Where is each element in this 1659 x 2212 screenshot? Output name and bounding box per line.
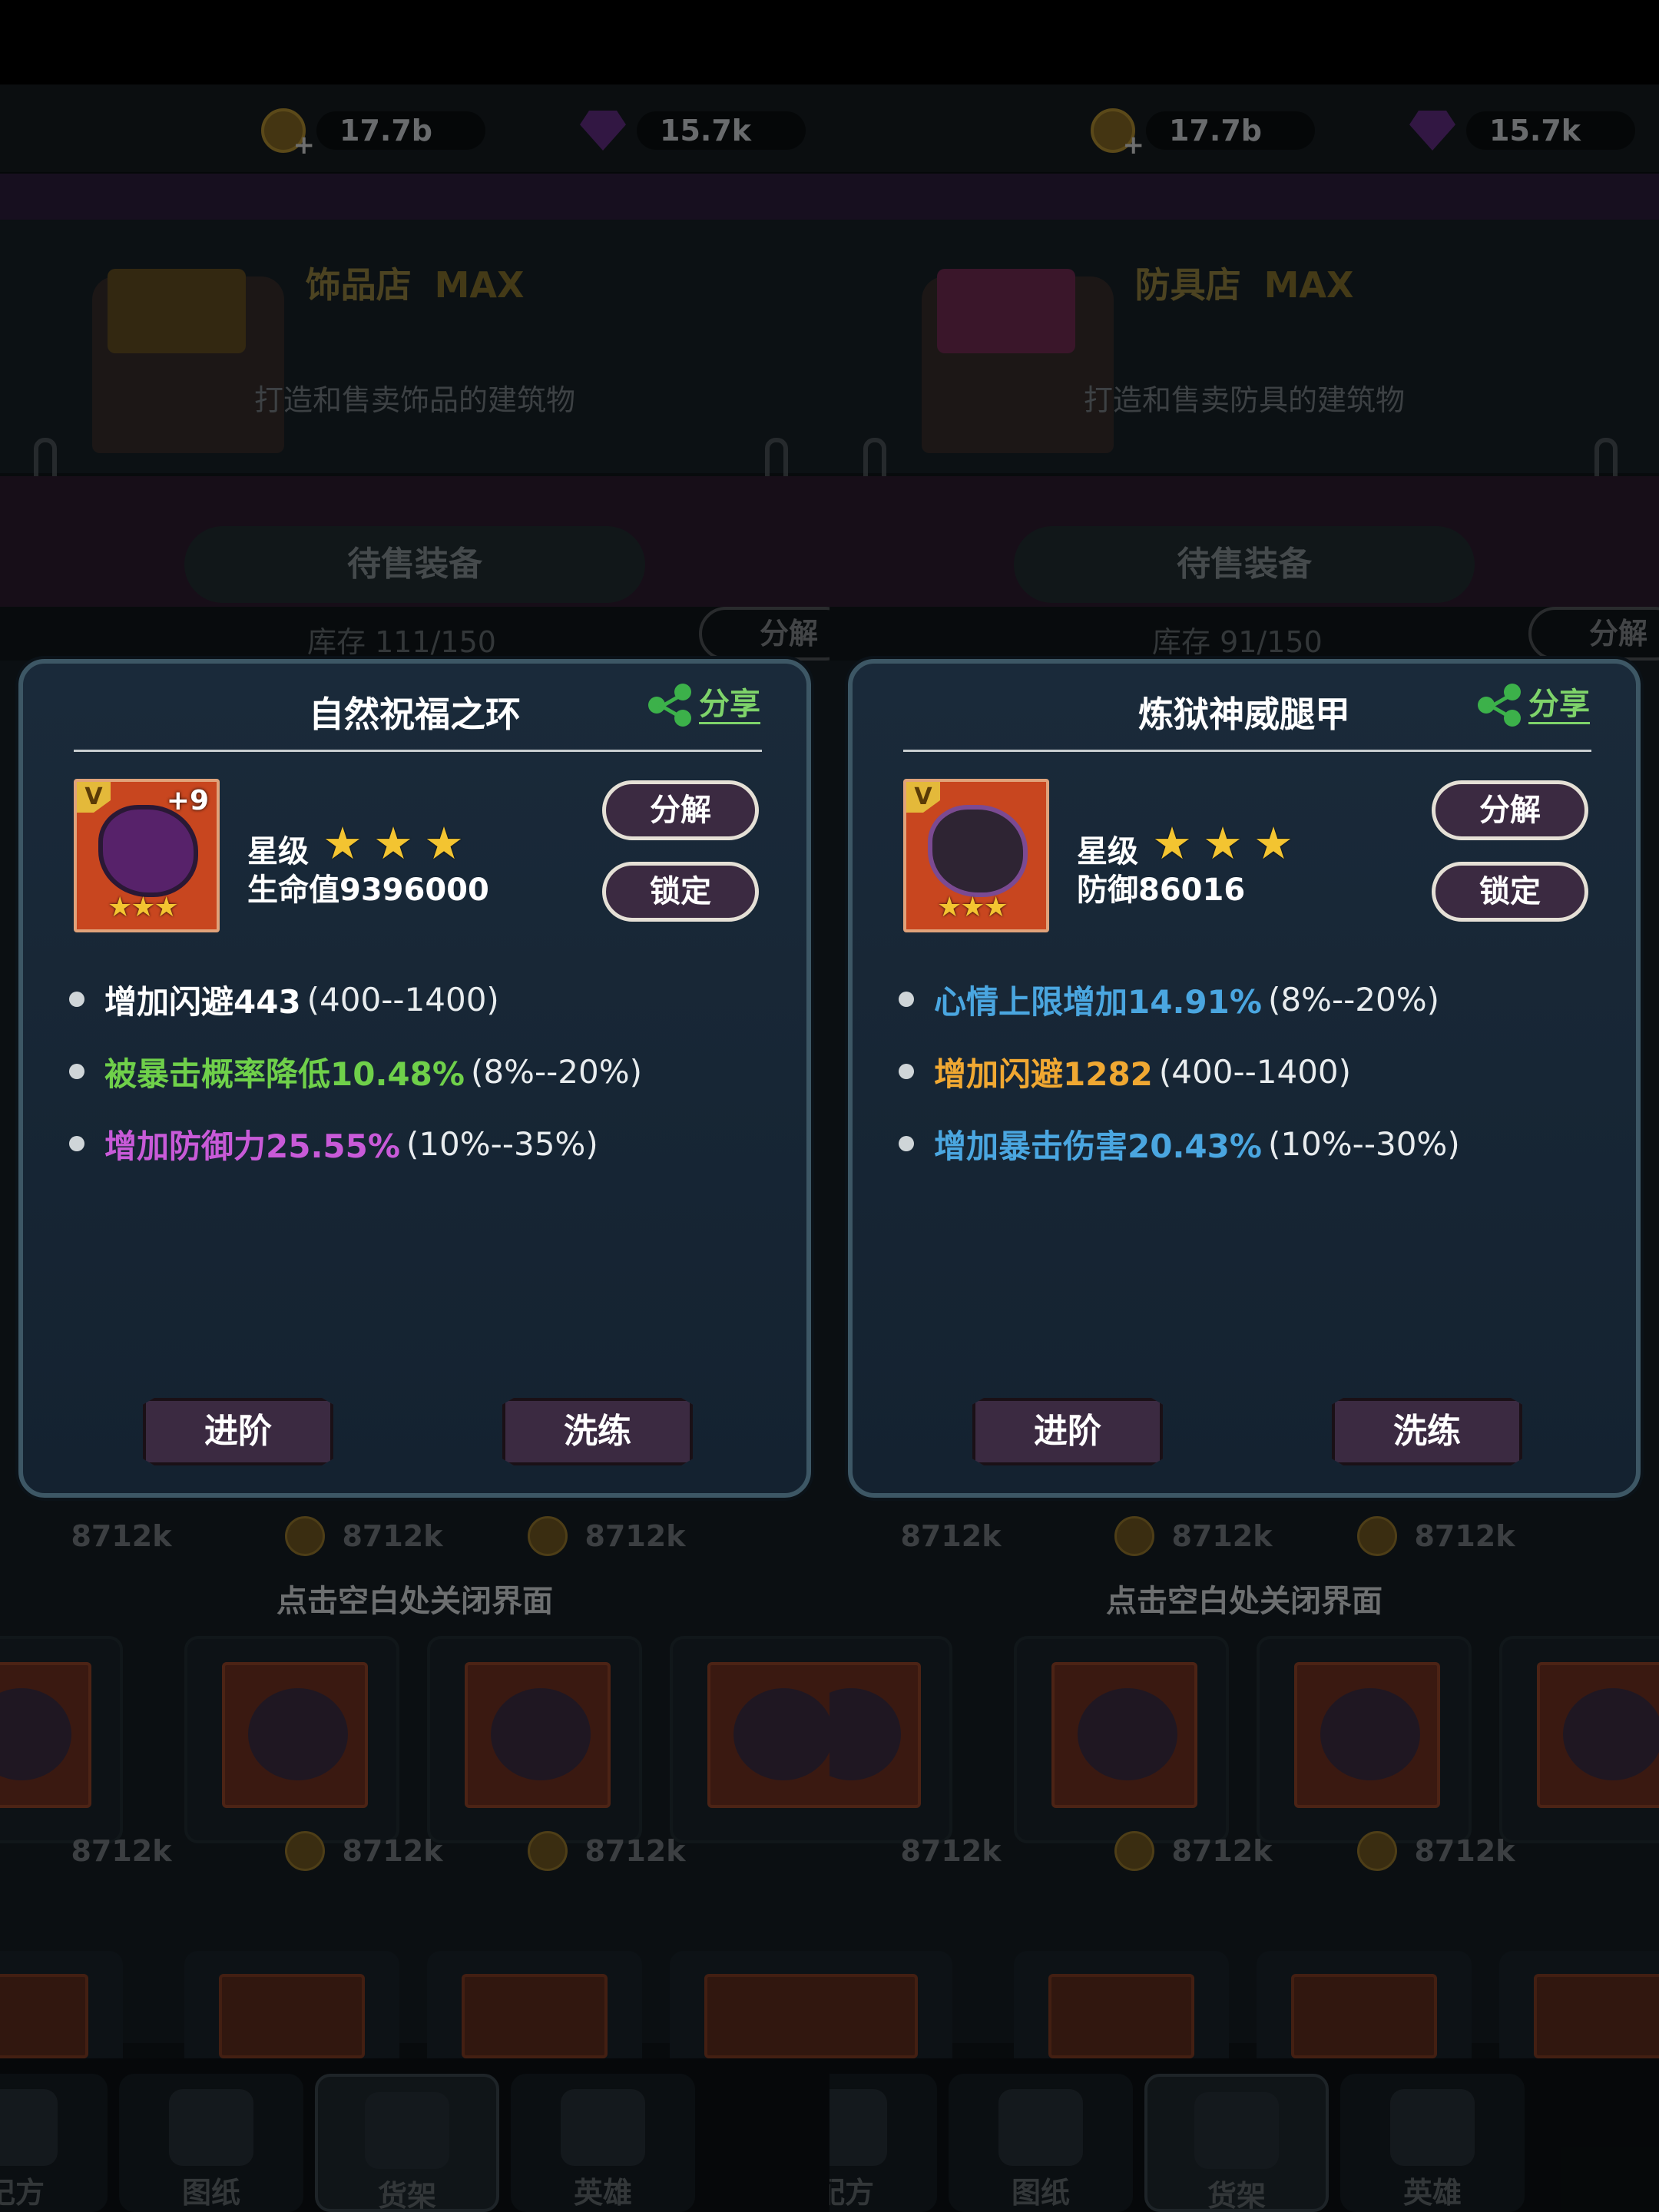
attribute-row: 增加闪避1282 (400--1400) <box>899 1035 1590 1108</box>
attribute-row: 增加暴击伤害20.43% (10%--30%) <box>899 1108 1590 1180</box>
mini-stars: ★★★ <box>108 892 179 923</box>
top-black-bar <box>830 0 1659 84</box>
attribute-row: 被暴击概率降低10.48% (8%--20%) <box>69 1035 760 1108</box>
decompose-button[interactable]: 分解 <box>602 780 759 840</box>
item-detail-modal: 自然祝福之环 分享 V +9 ★★★ 星级 ★ ★ ★ 生命值9396000 分… <box>18 659 811 1498</box>
decompose-button[interactable]: 分解 <box>1432 780 1588 840</box>
share-button[interactable]: 分享 <box>1478 684 1590 727</box>
star-rating: ★ ★ ★ <box>1152 817 1304 869</box>
rarity-badge: V <box>77 782 111 813</box>
advance-button[interactable]: 进阶 <box>143 1398 333 1465</box>
attribute-list: 增加闪避443 (400--1400) 被暴击概率降低10.48% (8%--2… <box>69 963 760 1180</box>
attribute-row: 心情上限增加14.91% (8%--20%) <box>899 963 1590 1035</box>
attribute-text: 增加闪避443 <box>104 982 301 1021</box>
star-icon: ★ <box>373 817 413 869</box>
attribute-range: (400--1400) <box>306 980 499 1018</box>
armor-art <box>928 805 1028 897</box>
star-rating: ★ ★ ★ <box>323 817 475 869</box>
top-black-bar <box>0 0 830 84</box>
attribute-text: 增加防御力25.55% <box>104 1127 400 1165</box>
share-label: 分享 <box>699 687 760 724</box>
attribute-range: (400--1400) <box>1158 1052 1352 1091</box>
enhance-level: +9 <box>166 785 209 816</box>
shop-screen-right: + 17.7b + 15.7k 防具店 MAX 打造和售卖防具的建筑物 待售装备 … <box>830 0 1659 2212</box>
attribute-row: 增加防御力25.55% (10%--35%) <box>69 1108 760 1180</box>
shop-screen-left: + 17.7b + 15.7k 饰品店 MAX 打造和售卖饰品的建筑物 待售装备 … <box>0 0 830 2212</box>
main-stat: 生命值9396000 <box>247 873 489 908</box>
item-detail-modal: 炼狱神威腿甲 分享 V ★★★ 星级 ★ ★ ★ 防御86016 分解 锁定 心… <box>848 659 1641 1498</box>
lock-button[interactable]: 锁定 <box>1432 862 1588 922</box>
attribute-text: 被暴击概率降低10.48% <box>104 1055 465 1093</box>
attribute-list: 心情上限增加14.91% (8%--20%) 增加闪避1282 (400--14… <box>899 963 1590 1180</box>
ring-art <box>98 805 198 897</box>
star-icon: ★ <box>424 817 464 869</box>
share-icon <box>1478 684 1521 727</box>
bullet-icon <box>899 1136 914 1151</box>
item-icon: V +9 ★★★ <box>74 779 220 932</box>
star-icon: ★ <box>1152 817 1192 869</box>
bullet-icon <box>69 1136 84 1151</box>
bullet-icon <box>69 992 84 1007</box>
rarity-badge: V <box>906 782 940 813</box>
attribute-range: (10%--35%) <box>406 1124 598 1163</box>
attribute-row: 增加闪避443 (400--1400) <box>69 963 760 1035</box>
attribute-range: (8%--20%) <box>470 1052 643 1091</box>
star-icon: ★ <box>1203 817 1243 869</box>
attribute-text: 增加暴击伤害20.43% <box>934 1127 1262 1165</box>
attribute-range: (10%--30%) <box>1267 1124 1460 1163</box>
lock-button[interactable]: 锁定 <box>602 862 759 922</box>
bullet-icon <box>69 1064 84 1079</box>
bullet-icon <box>899 992 914 1007</box>
star-icon: ★ <box>1253 817 1293 869</box>
attribute-text: 增加闪避1282 <box>934 1055 1153 1093</box>
bullet-icon <box>899 1064 914 1079</box>
title-divider <box>74 750 762 752</box>
mini-stars: ★★★ <box>937 892 1008 923</box>
reforge-button[interactable]: 洗练 <box>1332 1398 1522 1465</box>
attribute-range: (8%--20%) <box>1267 980 1440 1018</box>
share-icon <box>648 684 691 727</box>
share-button[interactable]: 分享 <box>648 684 760 727</box>
item-icon: V ★★★ <box>903 779 1049 932</box>
share-label: 分享 <box>1528 687 1590 724</box>
advance-button[interactable]: 进阶 <box>972 1398 1163 1465</box>
star-icon: ★ <box>323 817 363 869</box>
attribute-text: 心情上限增加14.91% <box>934 982 1262 1021</box>
title-divider <box>903 750 1591 752</box>
main-stat: 防御86016 <box>1077 873 1246 908</box>
reforge-button[interactable]: 洗练 <box>502 1398 693 1465</box>
